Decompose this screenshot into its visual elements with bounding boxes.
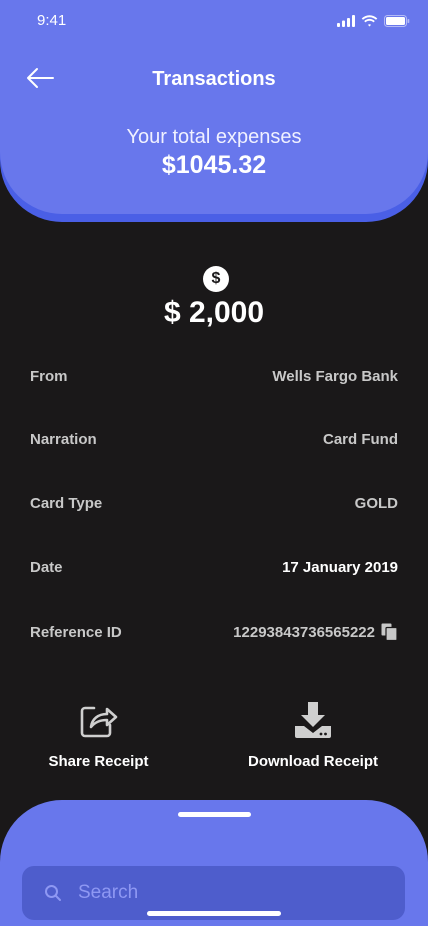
detail-row-from: From Wells Fargo Bank — [30, 364, 398, 388]
signal-icon — [337, 14, 355, 32]
status-time: 9:41 — [37, 12, 67, 29]
page-title: Transactions — [152, 68, 276, 90]
share-receipt-button[interactable]: Share Receipt — [47, 702, 150, 770]
detail-label: Narration — [30, 430, 97, 448]
download-icon — [294, 702, 332, 743]
bottom-sheet-handle[interactable] — [178, 812, 251, 817]
detail-value: Wells Fargo Bank — [272, 367, 398, 385]
detail-label: Date — [30, 558, 63, 576]
battery-icon — [384, 14, 410, 32]
download-receipt-button[interactable]: Download Receipt — [246, 702, 380, 770]
total-expenses-value: $1045.32 — [161, 151, 267, 179]
total-expenses-label: Your total expenses — [126, 126, 302, 148]
reference-id-value: 12293843736565222 — [233, 623, 375, 641]
search-icon — [44, 884, 62, 902]
detail-value: GOLD — [354, 494, 398, 512]
detail-value: Card Fund — [323, 430, 398, 448]
download-receipt-label: Download Receipt — [247, 753, 378, 770]
reference-id-group: 12293843736565222 — [233, 623, 398, 641]
detail-row-narration: Narration Card Fund — [30, 427, 398, 451]
status-icons — [337, 14, 410, 32]
share-receipt-label: Share Receipt — [48, 753, 149, 770]
wifi-icon — [361, 14, 378, 32]
detail-value: 17 January 2019 — [282, 558, 398, 576]
status-bar: 9:41 — [0, 0, 428, 44]
dollar-coin-icon: $ — [203, 266, 229, 292]
transaction-amount: $ 2,000 — [163, 296, 265, 329]
detail-row-reference-id: Reference ID 12293843736565222 — [30, 620, 398, 644]
home-indicator — [147, 911, 281, 916]
share-icon — [79, 702, 119, 743]
detail-label: Card Type — [30, 494, 103, 512]
detail-label: From — [30, 367, 68, 385]
detail-row-date: Date 17 January 2019 — [30, 555, 398, 579]
search-input[interactable] — [78, 882, 378, 904]
copy-icon[interactable] — [381, 623, 398, 641]
detail-row-card-type: Card Type GOLD — [30, 491, 398, 515]
detail-label: Reference ID — [30, 623, 122, 641]
